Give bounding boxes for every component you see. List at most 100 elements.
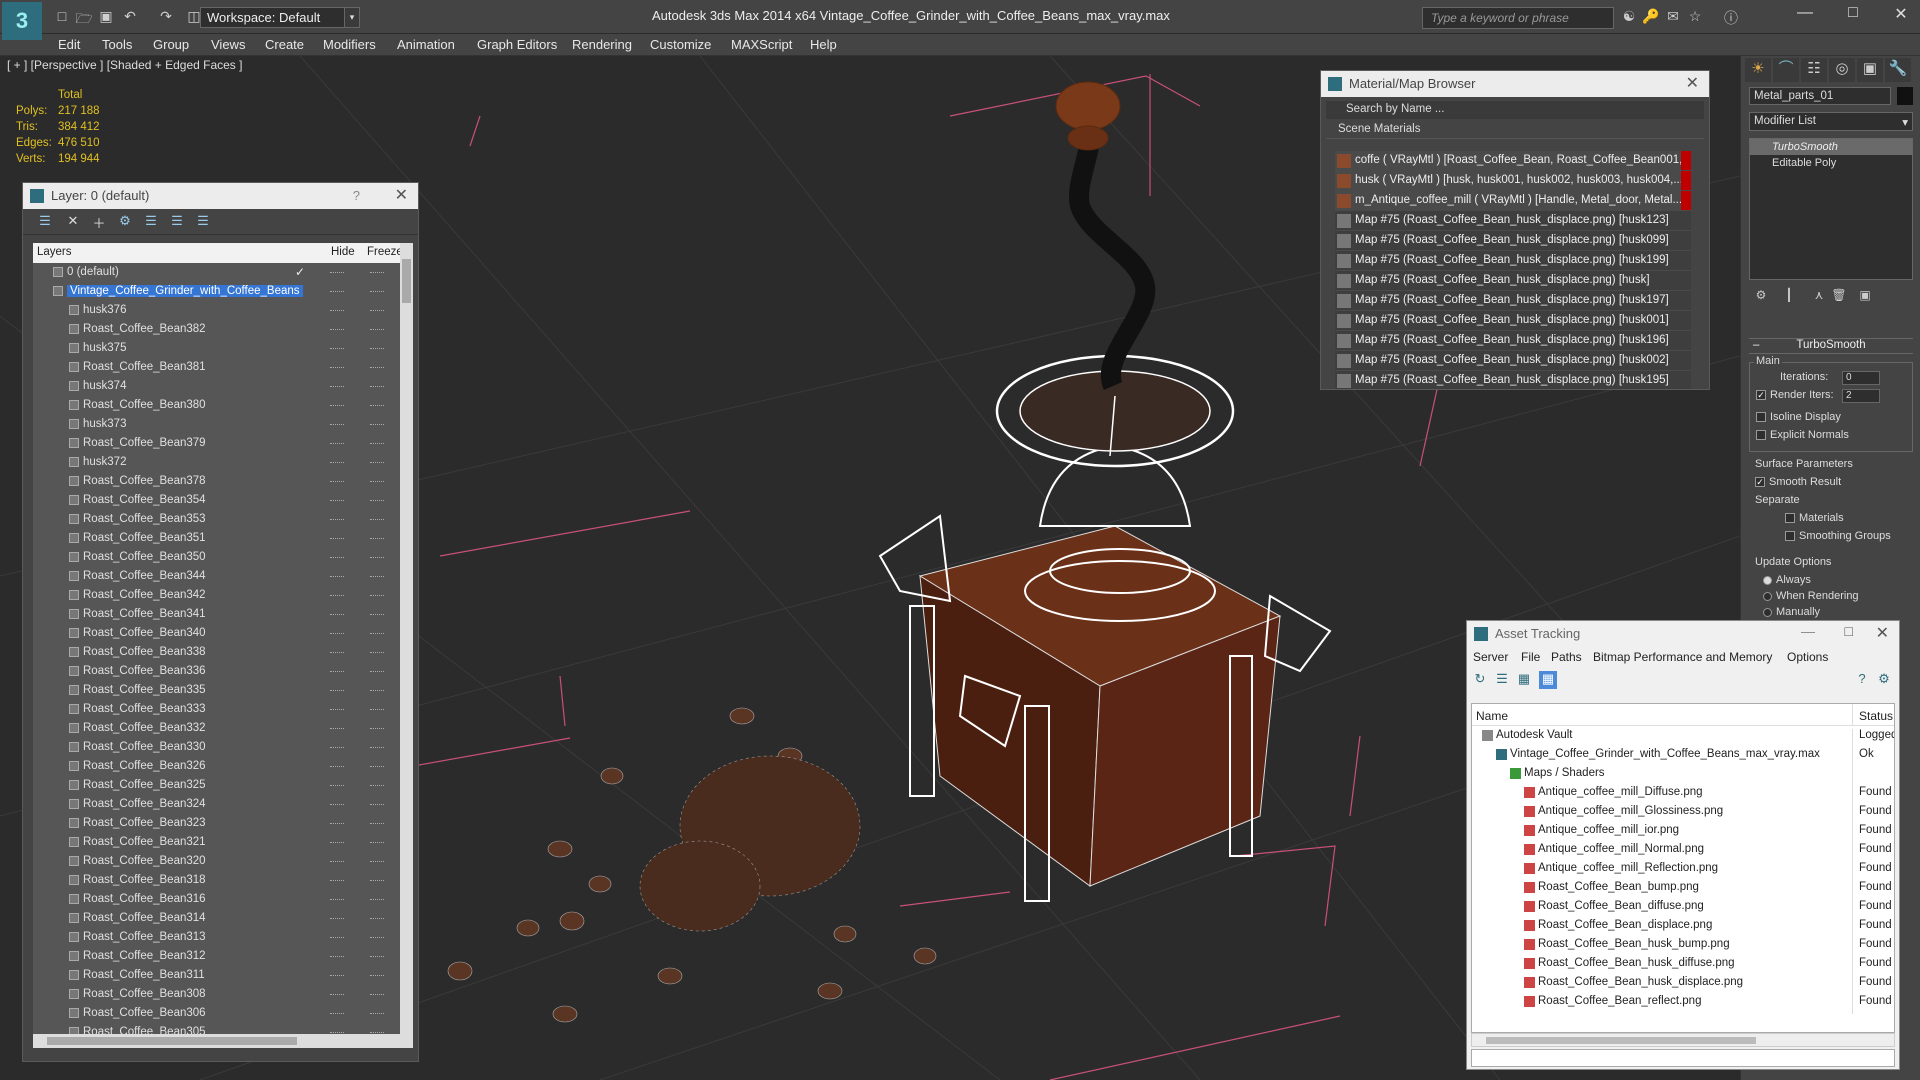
- delete-layer-icon[interactable]: ✕: [63, 213, 83, 231]
- freeze-toggle[interactable]: [370, 424, 384, 425]
- asset-row[interactable]: Roast_Coffee_Bean_displace.png Found: [1472, 916, 1894, 938]
- layer-list-item[interactable]: Roast_Coffee_Bean305: [33, 1023, 400, 1034]
- map-item[interactable]: Map #75 (Roast_Coffee_Bean_husk_displace…: [1335, 311, 1691, 331]
- hide-toggle[interactable]: [330, 595, 344, 596]
- freeze-toggle[interactable]: [370, 975, 384, 976]
- freeze-toggle[interactable]: [370, 633, 384, 634]
- map-item[interactable]: Map #75 (Roast_Coffee_Bean_husk_displace…: [1335, 231, 1691, 251]
- settings-icon[interactable]: ⚙: [1875, 671, 1893, 689]
- map-item[interactable]: Map #75 (Roast_Coffee_Bean_husk_displace…: [1335, 351, 1691, 371]
- hide-toggle[interactable]: [330, 1032, 344, 1033]
- freeze-toggle[interactable]: [370, 842, 384, 843]
- asset-row[interactable]: Roast_Coffee_Bean_bump.png Found: [1472, 878, 1894, 900]
- freeze-toggle[interactable]: [370, 728, 384, 729]
- hide-toggle[interactable]: [330, 538, 344, 539]
- layer-list-item[interactable]: Roast_Coffee_Bean323: [33, 814, 400, 833]
- map-item[interactable]: Map #75 (Roast_Coffee_Bean_husk_displace…: [1335, 291, 1691, 311]
- map-item[interactable]: Map #75 (Roast_Coffee_Bean_husk_displace…: [1335, 251, 1691, 271]
- freeze-toggle[interactable]: [370, 823, 384, 824]
- freeze-toggle[interactable]: [370, 272, 384, 273]
- hide-toggle[interactable]: [330, 652, 344, 653]
- hide-toggle[interactable]: [330, 633, 344, 634]
- freeze-toggle[interactable]: [370, 918, 384, 919]
- hide-toggle[interactable]: [330, 614, 344, 615]
- hide-toggle[interactable]: [330, 405, 344, 406]
- freeze-toggle[interactable]: [370, 310, 384, 311]
- freeze-toggle[interactable]: [370, 367, 384, 368]
- hide-toggle[interactable]: [330, 937, 344, 938]
- layer-list-item[interactable]: Roast_Coffee_Bean320: [33, 852, 400, 871]
- layer-list-item[interactable]: Roast_Coffee_Bean308: [33, 985, 400, 1004]
- redo-icon[interactable]: ↷: [156, 8, 176, 25]
- asset-row[interactable]: Antique_coffee_mill_Diffuse.png Found: [1472, 783, 1894, 805]
- hide-toggle[interactable]: [330, 291, 344, 292]
- asset-menu-paths[interactable]: Paths: [1551, 650, 1582, 664]
- map-item[interactable]: Map #75 (Roast_Coffee_Bean_husk_displace…: [1335, 211, 1691, 231]
- freeze-toggle[interactable]: [370, 956, 384, 957]
- hide-toggle[interactable]: [330, 785, 344, 786]
- hide-toggle[interactable]: [330, 956, 344, 957]
- scrollbar-thumb[interactable]: [402, 259, 411, 303]
- freeze-toggle[interactable]: [370, 386, 384, 387]
- freeze-toggle[interactable]: [370, 899, 384, 900]
- layer-list-item[interactable]: Roast_Coffee_Bean330: [33, 738, 400, 757]
- when-rendering-radio[interactable]: [1763, 591, 1772, 601]
- hide-toggle[interactable]: [330, 462, 344, 463]
- scene-materials-group[interactable]: Scene Materials: [1326, 123, 1704, 139]
- material-item[interactable]: m_Antique_coffee_mill ( VRayMtl ) [Handl…: [1335, 191, 1691, 211]
- hide-toggle[interactable]: [330, 367, 344, 368]
- active-layer-check-icon[interactable]: ✓: [295, 265, 305, 279]
- asset-row[interactable]: Roast_Coffee_Bean_husk_diffuse.png Found: [1472, 954, 1894, 976]
- horizontal-scrollbar[interactable]: [33, 1034, 413, 1048]
- open-file-icon[interactable]: 🗁: [74, 8, 94, 32]
- hide-toggle[interactable]: [330, 424, 344, 425]
- column-freeze[interactable]: Freeze: [367, 246, 403, 258]
- layer-list-item[interactable]: Roast_Coffee_Bean321: [33, 833, 400, 852]
- menu-tools[interactable]: Tools: [102, 37, 132, 52]
- asset-row[interactable]: Antique_coffee_mill_Glossiness.png Found: [1472, 802, 1894, 824]
- hide-toggle[interactable]: [330, 747, 344, 748]
- freeze-toggle[interactable]: [370, 937, 384, 938]
- viewport-label[interactable]: [ + ] [Perspective ] [Shaded + Edged Fac…: [7, 58, 242, 72]
- remove-modifier-icon[interactable]: 🗑: [1829, 288, 1849, 302]
- layer-list-item[interactable]: Roast_Coffee_Bean314: [33, 909, 400, 928]
- layer-default[interactable]: 0 (default) ✓: [33, 263, 400, 282]
- column-layers[interactable]: Layers: [37, 246, 72, 258]
- asset-tracking-titlebar[interactable]: Asset Tracking — □ ✕: [1467, 621, 1899, 647]
- help-icon[interactable]: ?: [353, 188, 360, 203]
- close-icon[interactable]: ✕: [395, 185, 408, 205]
- workspace-menu-button[interactable]: ▾: [344, 7, 360, 28]
- hide-toggle[interactable]: [330, 310, 344, 311]
- layer-list-item[interactable]: Roast_Coffee_Bean353: [33, 510, 400, 529]
- undo-icon[interactable]: ↶: [120, 8, 140, 25]
- display-tab-icon[interactable]: ▣: [1857, 58, 1883, 82]
- asset-path-field[interactable]: [1471, 1049, 1895, 1067]
- minimize-icon[interactable]: —: [1790, 4, 1820, 22]
- freeze-toggle[interactable]: [370, 880, 384, 881]
- freeze-toggle[interactable]: [370, 519, 384, 520]
- infocenter-search-input[interactable]: Type a keyword or phrase: [1422, 7, 1614, 29]
- hide-toggle[interactable]: [330, 994, 344, 995]
- close-icon[interactable]: ✕: [1686, 73, 1699, 93]
- hide-toggle[interactable]: [330, 329, 344, 330]
- menu-customize[interactable]: Customize: [650, 37, 711, 52]
- freeze-toggle[interactable]: [370, 462, 384, 463]
- help-icon[interactable]: ⓘ: [1722, 8, 1740, 28]
- close-icon[interactable]: ✕: [1876, 623, 1889, 643]
- hide-toggle[interactable]: [330, 709, 344, 710]
- maximize-icon[interactable]: □: [1845, 623, 1853, 639]
- smooth-result-checkbox[interactable]: ✓: [1755, 477, 1765, 488]
- object-color-swatch[interactable]: [1897, 87, 1913, 105]
- asset-menu-bitmap-performance[interactable]: Bitmap Performance and Memory: [1593, 650, 1772, 664]
- hide-toggle[interactable]: [330, 804, 344, 805]
- stack-item-turbosmooth[interactable]: TurboSmooth: [1750, 139, 1912, 155]
- 3ds-max-logo-icon[interactable]: 3: [2, 2, 42, 40]
- freeze-toggle[interactable]: [370, 576, 384, 577]
- asset-row[interactable]: Roast_Coffee_Bean_reflect.png Found: [1472, 992, 1894, 1014]
- layer-list-item[interactable]: Roast_Coffee_Bean306: [33, 1004, 400, 1023]
- menu-create[interactable]: Create: [265, 37, 304, 52]
- render-iters-checkbox[interactable]: ✓: [1756, 390, 1766, 401]
- freeze-toggle[interactable]: [370, 538, 384, 539]
- layer-list-item[interactable]: Roast_Coffee_Bean378: [33, 472, 400, 491]
- hide-toggle[interactable]: [330, 861, 344, 862]
